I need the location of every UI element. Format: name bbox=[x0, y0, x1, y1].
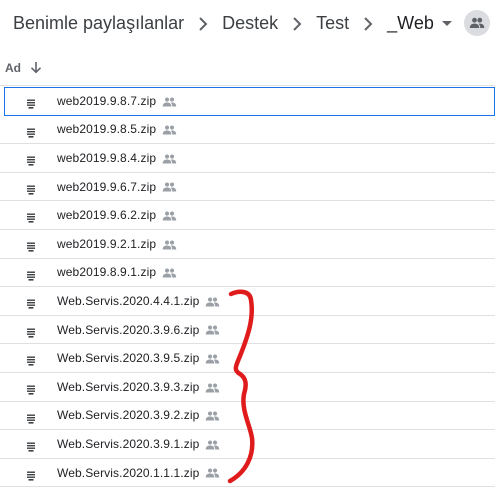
zip-file-icon bbox=[26, 353, 36, 366]
people-icon bbox=[162, 97, 177, 107]
zip-file-icon bbox=[26, 153, 36, 166]
file-name: Web.Servis.2020.3.9.5.zip bbox=[57, 351, 220, 365]
list-sort-header: Ad bbox=[0, 50, 495, 86]
people-icon bbox=[205, 354, 220, 364]
file-name: Web.Servis.2020.1.1.1.zip bbox=[57, 466, 220, 480]
sort-by-name-label[interactable]: Ad bbox=[5, 61, 21, 75]
file-name-text: Web.Servis.2020.3.9.2.zip bbox=[57, 408, 200, 423]
file-name: web2019.8.9.1.zip bbox=[57, 265, 177, 279]
file-row[interactable]: Web.Servis.2020.4.4.1.zip bbox=[0, 287, 495, 316]
zip-file-icon bbox=[26, 125, 36, 138]
file-row[interactable]: web2019.9.8.7.zip bbox=[4, 87, 495, 116]
file-row[interactable]: Web.Servis.2020.1.1.1.zip bbox=[0, 459, 495, 488]
chevron-right-icon bbox=[349, 13, 387, 34]
caret-down-icon[interactable] bbox=[441, 20, 452, 26]
file-name: Web.Servis.2020.3.9.6.zip bbox=[57, 323, 220, 337]
people-icon bbox=[162, 240, 177, 250]
file-row[interactable]: Web.Servis.2020.3.9.3.zip bbox=[0, 373, 495, 402]
file-name: Web.Servis.2020.4.4.1.zip bbox=[57, 294, 220, 308]
file-row[interactable]: web2019.9.6.2.zip bbox=[0, 201, 495, 230]
breadcrumb-shared-with-me[interactable]: Benimle paylaşılanlar bbox=[13, 13, 184, 34]
file-row[interactable]: Web.Servis.2020.3.9.2.zip bbox=[0, 402, 495, 431]
file-row[interactable]: Web.Servis.2020.3.9.1.zip bbox=[0, 430, 495, 459]
people-icon bbox=[162, 125, 177, 135]
file-row[interactable]: Web.Servis.2020.3.9.5.zip bbox=[0, 344, 495, 373]
zip-file-icon bbox=[26, 96, 36, 109]
file-name-text: Web.Servis.2020.1.1.1.zip bbox=[57, 465, 200, 480]
shared-folder-people-icon[interactable] bbox=[463, 10, 490, 36]
zip-file-icon bbox=[26, 182, 36, 195]
file-name-text: web2019.9.8.5.zip bbox=[57, 122, 157, 137]
file-name: web2019.9.8.7.zip bbox=[57, 94, 177, 108]
file-name-text: Web.Servis.2020.4.4.1.zip bbox=[57, 293, 200, 308]
file-name-text: web2019.9.2.1.zip bbox=[57, 236, 157, 251]
file-name: web2019.9.8.4.zip bbox=[57, 151, 177, 165]
people-icon bbox=[205, 468, 220, 478]
file-row[interactable]: web2019.9.8.4.zip bbox=[0, 144, 495, 173]
people-icon bbox=[205, 440, 220, 450]
file-name: web2019.9.2.1.zip bbox=[57, 237, 177, 251]
file-row[interactable]: web2019.9.8.5.zip bbox=[0, 116, 495, 145]
zip-file-icon bbox=[26, 239, 36, 252]
zip-file-icon bbox=[26, 382, 36, 395]
breadcrumb-test[interactable]: Test bbox=[316, 13, 349, 34]
arrow-down-icon[interactable] bbox=[30, 61, 42, 74]
people-icon bbox=[162, 211, 177, 221]
file-row[interactable]: Web.Servis.2020.3.9.6.zip bbox=[0, 316, 495, 345]
file-name: Web.Servis.2020.3.9.3.zip bbox=[57, 380, 220, 394]
chevron-right-icon bbox=[184, 13, 222, 34]
file-name-text: Web.Servis.2020.3.9.1.zip bbox=[57, 436, 200, 451]
file-name-text: web2019.9.8.4.zip bbox=[57, 150, 157, 165]
zip-file-icon bbox=[26, 439, 36, 452]
zip-file-icon bbox=[26, 325, 36, 338]
people-icon bbox=[162, 268, 177, 278]
file-name: Web.Servis.2020.3.9.2.zip bbox=[57, 408, 220, 422]
file-name-text: web2019.9.6.7.zip bbox=[57, 179, 157, 194]
file-name-text: web2019.9.6.2.zip bbox=[57, 208, 157, 223]
breadcrumb-current-folder[interactable]: _Web bbox=[387, 13, 434, 34]
file-name: web2019.9.6.7.zip bbox=[57, 180, 177, 194]
file-name-text: Web.Servis.2020.3.9.3.zip bbox=[57, 379, 200, 394]
zip-file-icon bbox=[26, 210, 36, 223]
breadcrumb-destek[interactable]: Destek bbox=[222, 13, 278, 34]
file-name: web2019.9.6.2.zip bbox=[57, 208, 177, 222]
file-list: web2019.9.8.7.zip web2019.9.8.5.zip web201… bbox=[0, 87, 495, 488]
zip-file-icon bbox=[26, 296, 36, 309]
file-name-text: web2019.9.8.7.zip bbox=[57, 93, 157, 108]
file-name-text: web2019.8.9.1.zip bbox=[57, 265, 157, 280]
file-row[interactable]: web2019.9.6.7.zip bbox=[0, 173, 495, 202]
breadcrumb: Benimle paylaşılanlar Destek Test _Web bbox=[0, 0, 495, 46]
people-icon bbox=[205, 325, 220, 335]
chevron-right-icon bbox=[278, 13, 316, 34]
zip-file-icon bbox=[26, 268, 36, 281]
file-row[interactable]: web2019.8.9.1.zip bbox=[0, 259, 495, 288]
people-icon bbox=[205, 297, 220, 307]
people-icon bbox=[205, 383, 220, 393]
zip-file-icon bbox=[26, 411, 36, 424]
zip-file-icon bbox=[26, 468, 36, 481]
file-name-text: Web.Servis.2020.3.9.6.zip bbox=[57, 322, 200, 337]
file-name: web2019.9.8.5.zip bbox=[57, 122, 177, 136]
people-icon bbox=[162, 154, 177, 164]
file-row[interactable]: web2019.9.2.1.zip bbox=[0, 230, 495, 259]
people-icon bbox=[205, 411, 220, 421]
file-name-text: Web.Servis.2020.3.9.5.zip bbox=[57, 351, 200, 366]
file-name: Web.Servis.2020.3.9.1.zip bbox=[57, 437, 220, 451]
people-icon bbox=[162, 182, 177, 192]
